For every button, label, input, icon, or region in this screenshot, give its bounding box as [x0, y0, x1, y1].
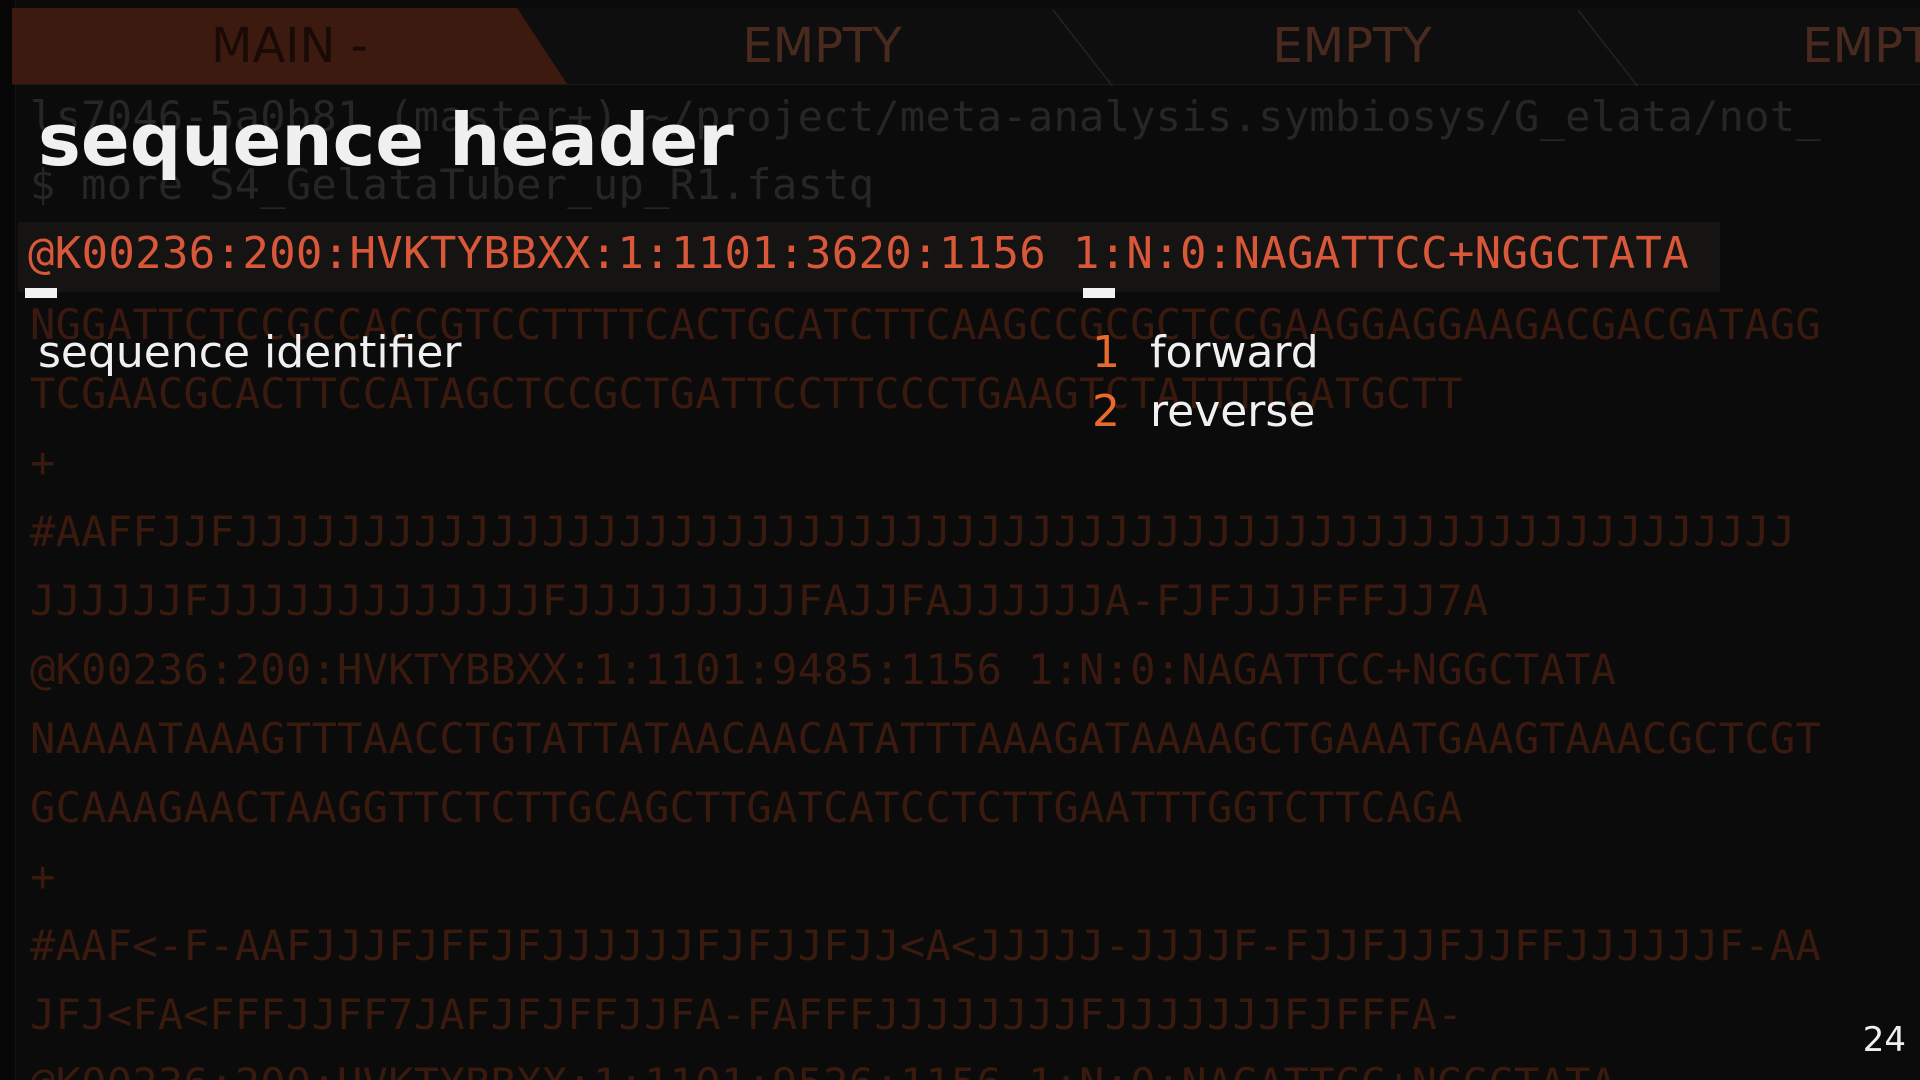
terminal-tab-bar: MAIN - EMPTY EMPTY EMPTY [12, 8, 1920, 86]
fastq-line: NAAAATAAAGTTTAACCTGTATTATAACAACATATTTAAA… [30, 714, 1822, 763]
read-number: 1 [1092, 327, 1120, 378]
slide-number: 24 [1862, 1020, 1906, 1060]
read-direction-label: forward [1150, 327, 1319, 378]
fastq-line: + [30, 438, 56, 487]
fastq-line: @K00236:200:HVKTYBBXX:1:1101:9526:1156 1… [30, 1059, 1616, 1080]
read-direction-label: reverse [1150, 386, 1316, 437]
fastq-line: #AAFFJJFJJJJJJJJJJJJJJJJJJJJJJJJJJJJJJJJ… [30, 507, 1796, 556]
tab-empty-3[interactable]: EMPTY [1632, 8, 1920, 84]
page-title: sequence header [38, 98, 734, 182]
window-edge [0, 0, 16, 1080]
read-number-marker [1083, 288, 1115, 298]
read-direction-reverse: 2 reverse [1092, 386, 1315, 437]
read-number: 2 [1092, 386, 1120, 437]
tab-empty-1[interactable]: EMPTY [572, 8, 1072, 84]
fastq-line: GCAAAGAACTAAGGTTCTCTTGCAGCTTGATCATCCTCTT… [30, 783, 1463, 832]
read-direction-forward: 1 forward [1092, 327, 1319, 378]
slide: MAIN - EMPTY EMPTY EMPTY ls7046-5a0b81 (… [0, 0, 1920, 1080]
fastq-line: JJJJJJFJJJJJJJJJJJJJFJJJJJJJJJFAJJFAJJJJ… [30, 576, 1489, 625]
fastq-line: JFJ<FA<FFFJJFF7JAFJFJFFJJFA-FAFFFJJJJJJJ… [30, 990, 1463, 1039]
tab-main[interactable]: MAIN - [12, 8, 567, 84]
sequence-identifier-label: sequence identifier [38, 327, 462, 378]
tab-empty-2[interactable]: EMPTY [1102, 8, 1602, 84]
identifier-marker [25, 288, 57, 298]
fastq-line: @K00236:200:HVKTYBBXX:1:1101:9485:1156 1… [30, 645, 1617, 694]
fastq-line: + [30, 852, 56, 901]
fastq-header-line: @K00236:200:HVKTYBBXX:1:1101:3620:1156 1… [28, 228, 1689, 279]
fastq-line: #AAF<-F-AAFJJJFJFFJFJJJJJJFJFJJFJJ<A<JJJ… [30, 921, 1822, 970]
